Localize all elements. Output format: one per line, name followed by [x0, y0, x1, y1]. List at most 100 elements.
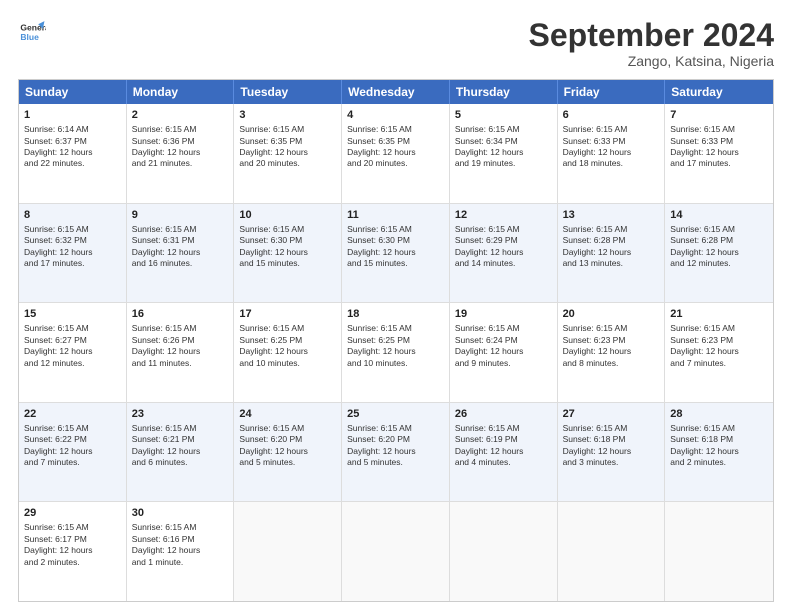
day-number: 14	[670, 208, 768, 223]
day-number: 13	[563, 208, 660, 223]
day-number: 22	[24, 407, 121, 422]
day-number: 29	[24, 506, 121, 521]
calendar-cell: 21Sunrise: 6:15 AM Sunset: 6:23 PM Dayli…	[665, 303, 773, 402]
day-number: 18	[347, 307, 444, 322]
day-info: Sunrise: 6:15 AM Sunset: 6:17 PM Dayligh…	[24, 522, 93, 566]
calendar-cell: 25Sunrise: 6:15 AM Sunset: 6:20 PM Dayli…	[342, 403, 450, 502]
day-number: 26	[455, 407, 552, 422]
calendar-body: 1Sunrise: 6:14 AM Sunset: 6:37 PM Daylig…	[19, 104, 773, 601]
calendar-cell: 17Sunrise: 6:15 AM Sunset: 6:25 PM Dayli…	[234, 303, 342, 402]
day-number: 10	[239, 208, 336, 223]
calendar-cell: 3Sunrise: 6:15 AM Sunset: 6:35 PM Daylig…	[234, 104, 342, 203]
calendar-cell: 30Sunrise: 6:15 AM Sunset: 6:16 PM Dayli…	[127, 502, 235, 601]
day-info: Sunrise: 6:15 AM Sunset: 6:33 PM Dayligh…	[670, 124, 739, 168]
day-number: 2	[132, 108, 229, 123]
day-info: Sunrise: 6:15 AM Sunset: 6:18 PM Dayligh…	[563, 423, 632, 467]
day-info: Sunrise: 6:15 AM Sunset: 6:35 PM Dayligh…	[347, 124, 416, 168]
header: General Blue September 2024 Zango, Katsi…	[18, 18, 774, 69]
calendar-cell: 9Sunrise: 6:15 AM Sunset: 6:31 PM Daylig…	[127, 204, 235, 303]
day-info: Sunrise: 6:15 AM Sunset: 6:33 PM Dayligh…	[563, 124, 632, 168]
day-info: Sunrise: 6:15 AM Sunset: 6:18 PM Dayligh…	[670, 423, 739, 467]
day-info: Sunrise: 6:15 AM Sunset: 6:24 PM Dayligh…	[455, 323, 524, 367]
day-info: Sunrise: 6:15 AM Sunset: 6:28 PM Dayligh…	[563, 224, 632, 268]
header-cell-saturday: Saturday	[665, 80, 773, 104]
calendar-cell	[234, 502, 342, 601]
day-info: Sunrise: 6:15 AM Sunset: 6:16 PM Dayligh…	[132, 522, 201, 566]
calendar-header: SundayMondayTuesdayWednesdayThursdayFrid…	[19, 80, 773, 104]
svg-text:Blue: Blue	[20, 32, 39, 42]
day-info: Sunrise: 6:14 AM Sunset: 6:37 PM Dayligh…	[24, 124, 93, 168]
calendar-cell: 6Sunrise: 6:15 AM Sunset: 6:33 PM Daylig…	[558, 104, 666, 203]
day-number: 28	[670, 407, 768, 422]
day-number: 25	[347, 407, 444, 422]
calendar-cell: 1Sunrise: 6:14 AM Sunset: 6:37 PM Daylig…	[19, 104, 127, 203]
day-number: 7	[670, 108, 768, 123]
calendar-cell: 18Sunrise: 6:15 AM Sunset: 6:25 PM Dayli…	[342, 303, 450, 402]
calendar-cell: 24Sunrise: 6:15 AM Sunset: 6:20 PM Dayli…	[234, 403, 342, 502]
calendar-week-1: 1Sunrise: 6:14 AM Sunset: 6:37 PM Daylig…	[19, 104, 773, 204]
day-number: 30	[132, 506, 229, 521]
calendar-cell: 4Sunrise: 6:15 AM Sunset: 6:35 PM Daylig…	[342, 104, 450, 203]
day-number: 20	[563, 307, 660, 322]
calendar-cell: 27Sunrise: 6:15 AM Sunset: 6:18 PM Dayli…	[558, 403, 666, 502]
day-number: 11	[347, 208, 444, 223]
day-info: Sunrise: 6:15 AM Sunset: 6:23 PM Dayligh…	[563, 323, 632, 367]
day-info: Sunrise: 6:15 AM Sunset: 6:27 PM Dayligh…	[24, 323, 93, 367]
day-number: 19	[455, 307, 552, 322]
header-cell-friday: Friday	[558, 80, 666, 104]
subtitle: Zango, Katsina, Nigeria	[529, 53, 774, 69]
day-info: Sunrise: 6:15 AM Sunset: 6:29 PM Dayligh…	[455, 224, 524, 268]
calendar-cell: 28Sunrise: 6:15 AM Sunset: 6:18 PM Dayli…	[665, 403, 773, 502]
day-info: Sunrise: 6:15 AM Sunset: 6:28 PM Dayligh…	[670, 224, 739, 268]
day-number: 5	[455, 108, 552, 123]
day-info: Sunrise: 6:15 AM Sunset: 6:32 PM Dayligh…	[24, 224, 93, 268]
day-number: 4	[347, 108, 444, 123]
day-info: Sunrise: 6:15 AM Sunset: 6:31 PM Dayligh…	[132, 224, 201, 268]
day-number: 16	[132, 307, 229, 322]
day-info: Sunrise: 6:15 AM Sunset: 6:26 PM Dayligh…	[132, 323, 201, 367]
calendar-cell: 16Sunrise: 6:15 AM Sunset: 6:26 PM Dayli…	[127, 303, 235, 402]
day-number: 27	[563, 407, 660, 422]
calendar-cell	[665, 502, 773, 601]
day-number: 24	[239, 407, 336, 422]
header-cell-wednesday: Wednesday	[342, 80, 450, 104]
calendar-cell	[342, 502, 450, 601]
day-info: Sunrise: 6:15 AM Sunset: 6:21 PM Dayligh…	[132, 423, 201, 467]
calendar-cell: 12Sunrise: 6:15 AM Sunset: 6:29 PM Dayli…	[450, 204, 558, 303]
calendar-cell	[450, 502, 558, 601]
calendar-cell: 20Sunrise: 6:15 AM Sunset: 6:23 PM Dayli…	[558, 303, 666, 402]
calendar-cell: 23Sunrise: 6:15 AM Sunset: 6:21 PM Dayli…	[127, 403, 235, 502]
header-cell-monday: Monday	[127, 80, 235, 104]
day-number: 23	[132, 407, 229, 422]
calendar-cell: 5Sunrise: 6:15 AM Sunset: 6:34 PM Daylig…	[450, 104, 558, 203]
calendar-cell	[558, 502, 666, 601]
header-cell-tuesday: Tuesday	[234, 80, 342, 104]
day-info: Sunrise: 6:15 AM Sunset: 6:35 PM Dayligh…	[239, 124, 308, 168]
calendar-week-2: 8Sunrise: 6:15 AM Sunset: 6:32 PM Daylig…	[19, 204, 773, 304]
day-info: Sunrise: 6:15 AM Sunset: 6:30 PM Dayligh…	[239, 224, 308, 268]
day-number: 3	[239, 108, 336, 123]
calendar-week-4: 22Sunrise: 6:15 AM Sunset: 6:22 PM Dayli…	[19, 403, 773, 503]
calendar-cell: 22Sunrise: 6:15 AM Sunset: 6:22 PM Dayli…	[19, 403, 127, 502]
calendar-week-5: 29Sunrise: 6:15 AM Sunset: 6:17 PM Dayli…	[19, 502, 773, 601]
day-number: 17	[239, 307, 336, 322]
day-info: Sunrise: 6:15 AM Sunset: 6:25 PM Dayligh…	[347, 323, 416, 367]
day-info: Sunrise: 6:15 AM Sunset: 6:25 PM Dayligh…	[239, 323, 308, 367]
day-number: 12	[455, 208, 552, 223]
calendar-cell: 29Sunrise: 6:15 AM Sunset: 6:17 PM Dayli…	[19, 502, 127, 601]
logo-icon: General Blue	[18, 18, 46, 46]
day-info: Sunrise: 6:15 AM Sunset: 6:30 PM Dayligh…	[347, 224, 416, 268]
day-number: 1	[24, 108, 121, 123]
day-info: Sunrise: 6:15 AM Sunset: 6:19 PM Dayligh…	[455, 423, 524, 467]
title-block: September 2024 Zango, Katsina, Nigeria	[529, 18, 774, 69]
calendar-week-3: 15Sunrise: 6:15 AM Sunset: 6:27 PM Dayli…	[19, 303, 773, 403]
calendar-cell: 2Sunrise: 6:15 AM Sunset: 6:36 PM Daylig…	[127, 104, 235, 203]
day-number: 21	[670, 307, 768, 322]
header-cell-sunday: Sunday	[19, 80, 127, 104]
day-info: Sunrise: 6:15 AM Sunset: 6:34 PM Dayligh…	[455, 124, 524, 168]
calendar-cell: 14Sunrise: 6:15 AM Sunset: 6:28 PM Dayli…	[665, 204, 773, 303]
calendar-cell: 15Sunrise: 6:15 AM Sunset: 6:27 PM Dayli…	[19, 303, 127, 402]
calendar-cell: 7Sunrise: 6:15 AM Sunset: 6:33 PM Daylig…	[665, 104, 773, 203]
header-cell-thursday: Thursday	[450, 80, 558, 104]
calendar-cell: 19Sunrise: 6:15 AM Sunset: 6:24 PM Dayli…	[450, 303, 558, 402]
